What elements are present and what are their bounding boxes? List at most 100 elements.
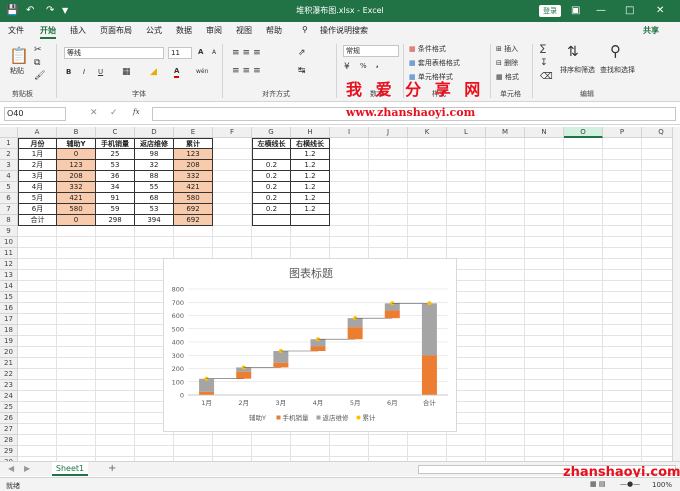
cell[interactable] bbox=[408, 215, 447, 226]
column-header-A[interactable]: A bbox=[18, 127, 57, 138]
select-all-corner[interactable] bbox=[0, 127, 18, 138]
cell[interactable] bbox=[525, 292, 564, 303]
cell[interactable] bbox=[486, 226, 525, 237]
cell[interactable] bbox=[564, 325, 603, 336]
cell[interactable] bbox=[447, 237, 486, 248]
cell[interactable] bbox=[330, 204, 369, 215]
cell[interactable] bbox=[603, 237, 642, 248]
cell[interactable] bbox=[525, 226, 564, 237]
cell[interactable] bbox=[330, 226, 369, 237]
share-button[interactable]: 共享 bbox=[643, 25, 659, 36]
cell[interactable]: 123 bbox=[57, 160, 96, 171]
cell[interactable]: 88 bbox=[135, 171, 174, 182]
row-header-24[interactable]: 24 bbox=[0, 391, 18, 402]
cell[interactable] bbox=[408, 138, 447, 149]
cell[interactable] bbox=[525, 215, 564, 226]
cell[interactable]: 辅助Y bbox=[57, 138, 96, 149]
cell[interactable]: 332 bbox=[57, 182, 96, 193]
tab-page-layout[interactable]: 页面布局 bbox=[100, 25, 132, 36]
cell[interactable] bbox=[57, 248, 96, 259]
cell[interactable] bbox=[564, 347, 603, 358]
cell[interactable] bbox=[525, 237, 564, 248]
column-header-G[interactable]: G bbox=[252, 127, 291, 138]
cell[interactable] bbox=[447, 215, 486, 226]
cell[interactable] bbox=[486, 402, 525, 413]
cell[interactable] bbox=[18, 424, 57, 435]
conditional-format-button[interactable]: ▦ 条件格式 bbox=[409, 44, 446, 54]
cell[interactable] bbox=[96, 369, 135, 380]
cell[interactable] bbox=[18, 248, 57, 259]
cell[interactable] bbox=[96, 325, 135, 336]
cell[interactable] bbox=[564, 435, 603, 446]
cell[interactable] bbox=[486, 182, 525, 193]
cell[interactable]: 合计 bbox=[18, 215, 57, 226]
cell[interactable] bbox=[447, 149, 486, 160]
cell[interactable] bbox=[96, 358, 135, 369]
cell[interactable]: 692 bbox=[174, 215, 213, 226]
cell[interactable] bbox=[447, 138, 486, 149]
cell[interactable] bbox=[96, 259, 135, 270]
cell[interactable]: 手机销量 bbox=[96, 138, 135, 149]
cell[interactable] bbox=[486, 204, 525, 215]
cell[interactable] bbox=[564, 292, 603, 303]
cell[interactable] bbox=[96, 435, 135, 446]
cell[interactable]: 2月 bbox=[18, 160, 57, 171]
cell[interactable] bbox=[408, 193, 447, 204]
row-header-12[interactable]: 12 bbox=[0, 259, 18, 270]
cell[interactable] bbox=[408, 171, 447, 182]
cell[interactable] bbox=[174, 226, 213, 237]
column-header-B[interactable]: B bbox=[57, 127, 96, 138]
cell[interactable] bbox=[96, 226, 135, 237]
tab-file[interactable]: 文件 bbox=[8, 25, 24, 36]
next-sheet-icon[interactable]: ▶ bbox=[24, 464, 30, 473]
cell[interactable] bbox=[603, 413, 642, 424]
cell[interactable]: 580 bbox=[174, 193, 213, 204]
row-header-9[interactable]: 9 bbox=[0, 226, 18, 237]
cell[interactable] bbox=[525, 424, 564, 435]
cell[interactable] bbox=[213, 149, 252, 160]
cell[interactable] bbox=[330, 182, 369, 193]
autosum-icon[interactable]: ∑ bbox=[540, 44, 546, 54]
cell[interactable] bbox=[603, 435, 642, 446]
cell[interactable] bbox=[96, 336, 135, 347]
cell[interactable] bbox=[213, 215, 252, 226]
cell[interactable] bbox=[57, 226, 96, 237]
name-box[interactable]: O40 bbox=[4, 107, 66, 121]
row-header-21[interactable]: 21 bbox=[0, 358, 18, 369]
cell[interactable] bbox=[369, 226, 408, 237]
cell[interactable] bbox=[525, 248, 564, 259]
cell[interactable] bbox=[174, 446, 213, 457]
cell[interactable] bbox=[135, 226, 174, 237]
cell[interactable] bbox=[603, 270, 642, 281]
cell[interactable] bbox=[564, 204, 603, 215]
cell[interactable] bbox=[525, 314, 564, 325]
cell[interactable] bbox=[96, 270, 135, 281]
row-header-29[interactable]: 29 bbox=[0, 446, 18, 457]
cell[interactable] bbox=[486, 270, 525, 281]
cell[interactable] bbox=[564, 358, 603, 369]
column-header-P[interactable]: P bbox=[603, 127, 642, 138]
cell[interactable]: 208 bbox=[57, 171, 96, 182]
cell[interactable] bbox=[408, 160, 447, 171]
cell[interactable]: 692 bbox=[174, 204, 213, 215]
sort-filter-icon[interactable]: ⇅ bbox=[567, 44, 579, 60]
cell[interactable] bbox=[174, 435, 213, 446]
column-header-E[interactable]: E bbox=[174, 127, 213, 138]
cell[interactable] bbox=[486, 435, 525, 446]
cell[interactable]: 1月 bbox=[18, 149, 57, 160]
cell[interactable] bbox=[18, 237, 57, 248]
cell[interactable] bbox=[330, 237, 369, 248]
cell[interactable] bbox=[603, 314, 642, 325]
cell[interactable] bbox=[330, 160, 369, 171]
shrink-font-button[interactable]: A bbox=[212, 49, 216, 56]
align-left-icons[interactable]: ≡≡≡ bbox=[232, 66, 264, 76]
cell[interactable] bbox=[603, 248, 642, 259]
cell[interactable] bbox=[564, 303, 603, 314]
row-header-8[interactable]: 8 bbox=[0, 215, 18, 226]
page-view-icons[interactable]: ▦ ▤ bbox=[590, 480, 605, 488]
cell[interactable] bbox=[486, 358, 525, 369]
cell[interactable] bbox=[57, 259, 96, 270]
row-header-18[interactable]: 18 bbox=[0, 325, 18, 336]
cell[interactable]: 0.2 bbox=[252, 171, 291, 182]
cell[interactable] bbox=[486, 193, 525, 204]
